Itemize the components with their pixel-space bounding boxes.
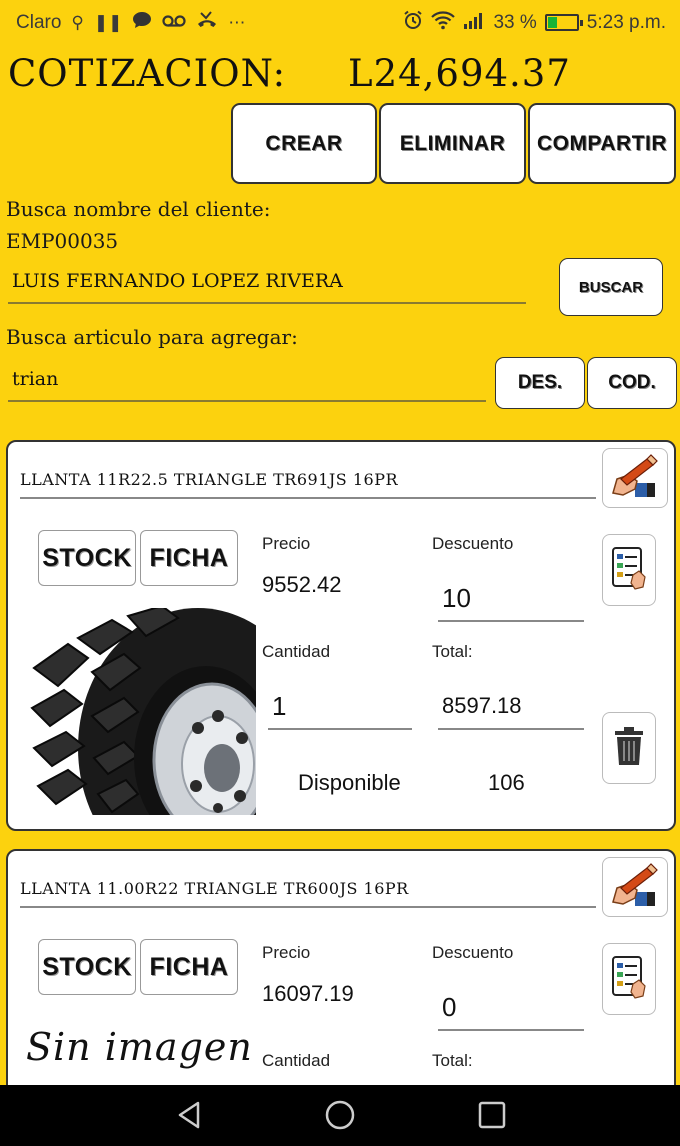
total-label: Total: bbox=[432, 1051, 473, 1070]
precio-label: Precio bbox=[262, 943, 311, 962]
item-card: LLANTA 11.00R22 TRIANGLE TR600JS 16PR ST… bbox=[6, 849, 676, 1109]
article-search-label: Busca articulo para agregar: bbox=[6, 325, 298, 349]
more-icon: ⋯ bbox=[228, 12, 246, 32]
total-value: 8597.18 bbox=[438, 686, 584, 730]
edit-button[interactable] bbox=[602, 857, 668, 917]
trash-icon bbox=[612, 725, 646, 771]
battery-icon bbox=[544, 14, 583, 31]
checklist-icon bbox=[609, 954, 649, 1004]
page-title: COTIZACION: bbox=[8, 52, 287, 95]
navigation-bar bbox=[0, 1085, 680, 1146]
pencil-hand-icon bbox=[609, 453, 661, 503]
descuento-label: Descuento bbox=[432, 943, 514, 962]
descuento-input[interactable]: 10 bbox=[438, 578, 584, 622]
status-bar: Claro ⚲ ❚❚ ⋯ 33 % 5:23 p.m. bbox=[0, 0, 680, 44]
carrier-label: Claro bbox=[16, 11, 62, 33]
details-button[interactable] bbox=[602, 943, 656, 1015]
precio-value: 16097.19 bbox=[262, 981, 354, 1006]
descuento-input[interactable]: 0 bbox=[438, 987, 584, 1031]
back-icon[interactable] bbox=[174, 1099, 206, 1131]
edit-button[interactable] bbox=[602, 448, 668, 508]
client-code: EMP00035 bbox=[6, 229, 119, 253]
missed-call-icon bbox=[196, 10, 218, 35]
recents-icon[interactable] bbox=[476, 1099, 508, 1131]
des-button[interactable]: DES. bbox=[495, 357, 585, 409]
quote-total: L24,694.37 bbox=[348, 52, 571, 95]
voicemail-icon bbox=[162, 13, 186, 33]
eliminar-button[interactable]: ELIMINAR bbox=[379, 103, 526, 184]
clock: 5:23 p.m. bbox=[586, 11, 666, 33]
client-name-input[interactable]: LUIS FERNANDO LOPEZ RIVERA bbox=[8, 270, 526, 304]
total-label: Total: bbox=[432, 642, 473, 661]
delete-button[interactable] bbox=[602, 712, 656, 784]
descuento-label: Descuento bbox=[432, 534, 514, 553]
disponible-label: Disponible bbox=[298, 770, 401, 795]
compartir-button[interactable]: COMPARTIR bbox=[528, 103, 676, 184]
pause-icon: ❚❚ bbox=[93, 12, 123, 32]
cantidad-label: Cantidad bbox=[262, 1051, 331, 1070]
home-icon[interactable] bbox=[324, 1099, 356, 1131]
tire-image bbox=[28, 608, 256, 815]
checklist-icon bbox=[609, 545, 649, 595]
signal-icon bbox=[463, 11, 485, 34]
item-card: LLANTA 11R22.5 TRIANGLE TR691JS 16PR STO… bbox=[6, 440, 676, 831]
cod-button[interactable]: COD. bbox=[587, 357, 677, 409]
item-title: LLANTA 11.00R22 TRIANGLE TR600JS 16PR bbox=[20, 879, 596, 908]
alarm-icon bbox=[403, 10, 423, 35]
battery-fill bbox=[547, 17, 558, 28]
details-button[interactable] bbox=[602, 534, 656, 606]
precio-value: 9552.42 bbox=[262, 572, 342, 597]
pencil-hand-icon bbox=[609, 862, 661, 912]
crear-button[interactable]: CREAR bbox=[231, 103, 377, 184]
cantidad-input[interactable]: 1 bbox=[268, 686, 412, 730]
buscar-button[interactable]: BUSCAR bbox=[559, 258, 663, 316]
chat-icon bbox=[132, 11, 152, 34]
article-search-input[interactable]: trian bbox=[8, 368, 486, 402]
precio-label: Precio bbox=[262, 534, 311, 553]
usb-icon: ⚲ bbox=[71, 12, 84, 32]
ficha-button[interactable]: FICHA bbox=[140, 939, 238, 995]
ficha-button[interactable]: FICHA bbox=[140, 530, 238, 586]
stock-button[interactable]: STOCK bbox=[38, 530, 136, 586]
client-search-label: Busca nombre del cliente: bbox=[6, 197, 271, 221]
disponible-value: 106 bbox=[488, 770, 525, 795]
no-image-text: Sin imagen bbox=[26, 1025, 253, 1069]
item-title: LLANTA 11R22.5 TRIANGLE TR691JS 16PR bbox=[20, 470, 596, 499]
cantidad-label: Cantidad bbox=[262, 642, 331, 661]
stock-button[interactable]: STOCK bbox=[38, 939, 136, 995]
wifi-icon bbox=[431, 10, 456, 35]
battery-percent: 33 % bbox=[493, 11, 537, 33]
